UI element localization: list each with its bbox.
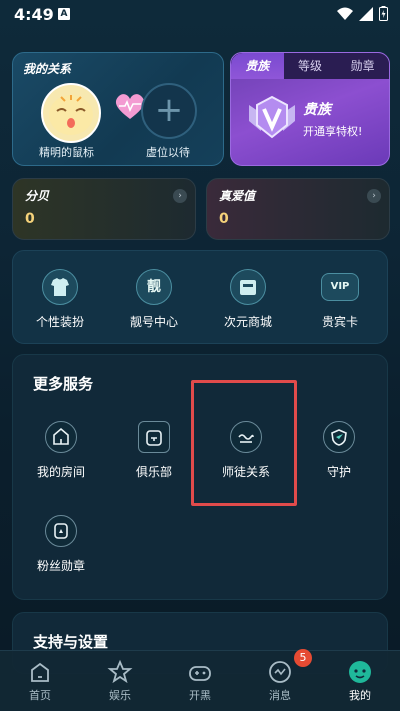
service-guard[interactable]: 守护 xyxy=(299,421,379,480)
service-my-room[interactable]: 我的房间 xyxy=(21,421,101,480)
shirt-icon xyxy=(42,269,78,305)
message-tab-icon xyxy=(267,659,293,685)
noble-v-badge-icon xyxy=(249,95,295,139)
section-title-support: 支持与设置 xyxy=(33,633,109,651)
relationship-title: 我的关系 xyxy=(23,62,72,76)
signal-icon xyxy=(359,6,373,21)
true-love-card[interactable]: 真爱值 0 › xyxy=(206,178,390,240)
club-icon xyxy=(138,421,170,453)
quick-label: 次元商城 xyxy=(223,315,272,329)
tab-entertainment[interactable]: 娱乐 xyxy=(80,651,160,711)
gamepad-tab-icon xyxy=(187,659,213,685)
noble-tabs: 贵族 等级 勋章 xyxy=(231,53,389,79)
relationship-empty-slot: 虚位以待 xyxy=(146,146,190,159)
tab-game[interactable]: 开黑 xyxy=(160,651,240,711)
fan-medal-icon xyxy=(45,515,77,547)
pretty-number-icon: 靓 xyxy=(136,269,172,305)
status-time: 4:49 xyxy=(14,5,54,24)
relationship-user-name: 精明的鼠标 xyxy=(39,146,94,159)
decibel-card[interactable]: 分贝 0 › xyxy=(12,178,196,240)
quick-item-store[interactable]: 次元商城 xyxy=(203,269,293,330)
chevron-right-icon: › xyxy=(367,189,381,203)
tab-label: 娱乐 xyxy=(109,689,131,702)
bottom-tab-bar: 首页 娱乐 开黑 5 消息 我的 xyxy=(0,649,400,711)
quick-label: 贵宾卡 xyxy=(321,315,358,329)
quick-item-pretty-number[interactable]: 靓 靓号中心 xyxy=(109,269,199,330)
add-relationship-button[interactable]: + xyxy=(141,83,197,139)
status-bar: 4:49 A xyxy=(0,0,400,28)
service-label: 粉丝勋章 xyxy=(36,559,85,573)
noble-subtitle: 开通享特权! xyxy=(303,125,363,138)
service-club[interactable]: 俱乐部 xyxy=(114,421,194,480)
tab-profile[interactable]: 我的 xyxy=(320,651,400,711)
highlight-box xyxy=(191,380,297,506)
quick-label: 个性装扮 xyxy=(35,315,84,329)
noble-card[interactable]: 贵族 等级 勋章 贵族 开通享特权! xyxy=(230,52,390,166)
battery-icon xyxy=(379,6,388,21)
tab-home[interactable]: 首页 xyxy=(0,651,80,711)
service-label: 守护 xyxy=(326,465,351,479)
store-icon xyxy=(230,269,266,305)
chevron-right-icon: › xyxy=(173,189,187,203)
my-relationship-card[interactable]: 我的关系 + 精明的鼠标 虚位以待 xyxy=(12,52,224,166)
quick-item-outfit[interactable]: 个性装扮 xyxy=(15,269,105,330)
status-icons xyxy=(337,6,388,21)
home-icon xyxy=(45,421,77,453)
section-title-more-services: 更多服务 xyxy=(33,375,94,393)
face-avatar-icon xyxy=(49,95,93,135)
shield-icon xyxy=(323,421,355,453)
home-tab-icon xyxy=(27,659,53,685)
decibel-value: 0 xyxy=(25,211,35,227)
star-tab-icon xyxy=(107,659,133,685)
wifi-icon xyxy=(337,7,353,20)
profile-tab-icon xyxy=(347,659,373,685)
tab-label: 首页 xyxy=(29,689,51,702)
user-avatar[interactable] xyxy=(41,83,101,143)
true-love-value: 0 xyxy=(219,211,229,227)
tab-label: 我的 xyxy=(349,689,371,702)
noble-title: 贵族 xyxy=(303,102,331,118)
unread-badge: 5 xyxy=(294,649,312,667)
service-label: 我的房间 xyxy=(36,465,85,479)
quick-access-card: 个性装扮 靓 靓号中心 次元商城 VIP 贵宾卡 xyxy=(12,250,388,344)
quick-label: 靓号中心 xyxy=(129,315,178,329)
vip-card-icon: VIP xyxy=(321,273,359,301)
tab-noble[interactable]: 贵族 xyxy=(231,53,284,79)
decibel-label: 分贝 xyxy=(25,189,50,203)
tab-level[interactable]: 等级 xyxy=(284,53,337,79)
service-fan-medal[interactable]: 粉丝勋章 xyxy=(21,515,101,574)
service-label: 俱乐部 xyxy=(135,465,172,479)
true-love-label: 真爱值 xyxy=(219,189,256,203)
tab-label: 开黑 xyxy=(189,689,211,702)
quick-item-vip-card[interactable]: VIP 贵宾卡 xyxy=(295,269,385,330)
tab-messages[interactable]: 5 消息 xyxy=(240,649,320,711)
notification-a-icon: A xyxy=(58,8,70,20)
tab-label: 消息 xyxy=(269,689,291,702)
tab-medal[interactable]: 勋章 xyxy=(336,53,389,79)
